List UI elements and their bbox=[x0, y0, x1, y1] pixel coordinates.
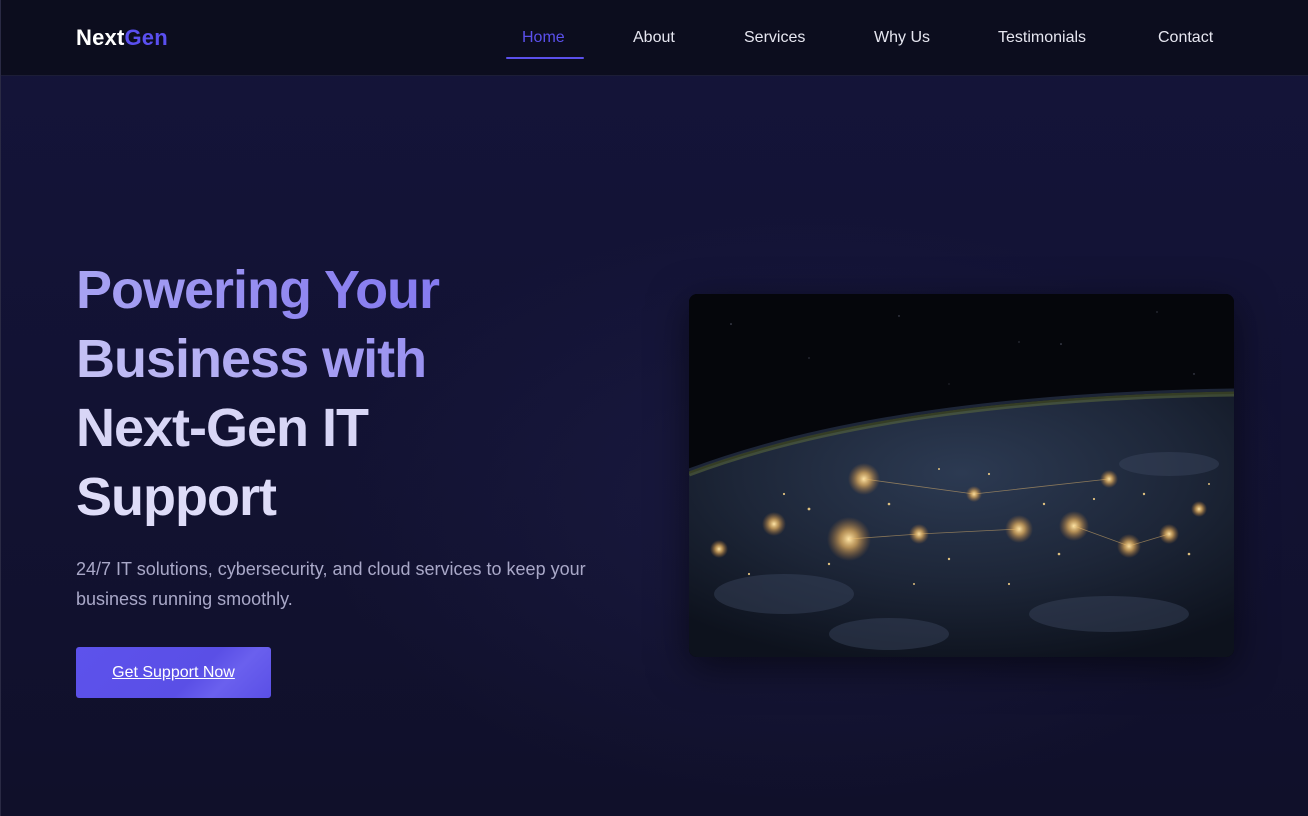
get-support-button[interactable]: Get Support Now bbox=[76, 647, 271, 698]
logo-text-next: Next bbox=[76, 25, 125, 50]
hero-subtitle: 24/7 IT solutions, cybersecurity, and cl… bbox=[76, 559, 586, 609]
active-nav-indicator bbox=[506, 57, 584, 59]
nav-contact[interactable]: Contact bbox=[1158, 28, 1213, 48]
page: NextGen Home About Services Why Us Testi… bbox=[0, 0, 1308, 816]
nav-testimonials[interactable]: Testimonials bbox=[998, 28, 1086, 48]
navbar: NextGen Home About Services Why Us Testi… bbox=[1, 0, 1308, 76]
nav-about[interactable]: About bbox=[633, 28, 675, 48]
nav-home[interactable]: Home bbox=[522, 28, 565, 48]
nav-services[interactable]: Services bbox=[744, 28, 805, 48]
logo[interactable]: NextGen bbox=[76, 24, 168, 52]
nav-why-us[interactable]: Why Us bbox=[874, 28, 930, 48]
hero-title-line-4: Support bbox=[76, 467, 277, 527]
hero-title: Powering Your Business with Next-Gen IT … bbox=[76, 256, 596, 532]
logo-text-gen: Gen bbox=[124, 25, 168, 50]
hero-title-line-2: Business with bbox=[76, 325, 596, 394]
hero-image-earth-at-night bbox=[689, 294, 1234, 657]
hero-title-line-1: Powering Your bbox=[76, 256, 596, 325]
hero-title-line-3: Next-Gen IT bbox=[76, 398, 369, 458]
